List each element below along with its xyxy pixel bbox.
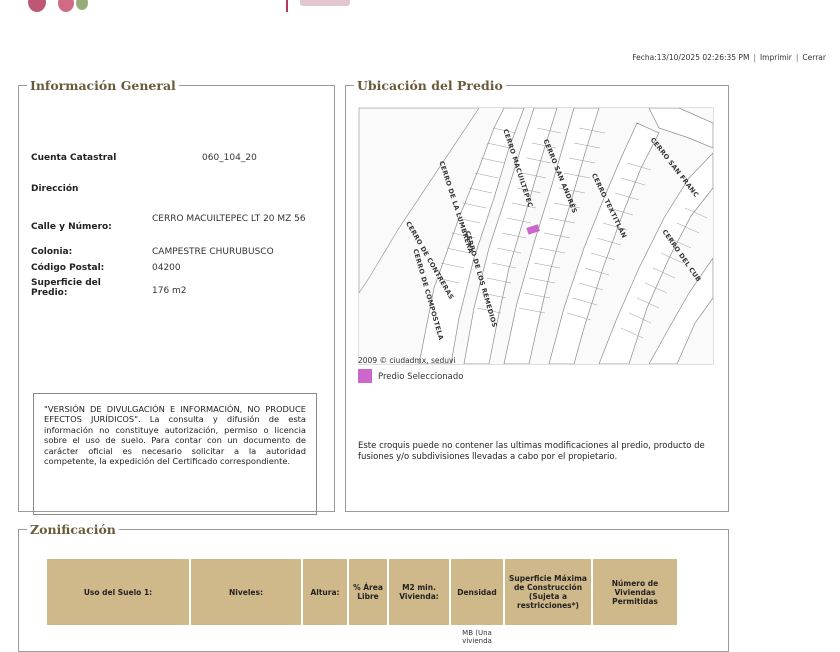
zoning-header: Altura: bbox=[303, 559, 347, 625]
logo bbox=[28, 0, 138, 16]
cuenta-value: 060_104_20 bbox=[202, 153, 257, 163]
zoning-header: % Área Libre bbox=[349, 559, 387, 625]
zonificacion-legend: Zonificación bbox=[30, 522, 116, 537]
logo-shape bbox=[28, 0, 46, 12]
zoning-header: Densidad bbox=[451, 559, 503, 625]
zoning-header: Número de Viviendas Permitidas bbox=[593, 559, 677, 625]
top-bar: Fecha:13/10/2025 02:26:35 PM | Imprimir | Ce… bbox=[630, 53, 828, 62]
zoning-cell bbox=[593, 627, 677, 647]
logo-divider bbox=[286, 0, 288, 12]
separator: | bbox=[795, 53, 799, 62]
zoning-cell bbox=[191, 627, 301, 647]
zoning-header: Uso del Suelo 1: bbox=[47, 559, 189, 625]
logo-shape bbox=[300, 0, 350, 6]
zoning-cell bbox=[303, 627, 347, 647]
location-map[interactable]: CERRO DE LA LUMBRERA CERRO MACUILTEPEC C… bbox=[358, 107, 714, 365]
ubicacion-legend: Ubicación del Predio bbox=[357, 78, 503, 93]
info-general-legend: Información General bbox=[30, 78, 176, 93]
print-link[interactable]: Imprimir bbox=[760, 53, 792, 62]
cp-value: 04200 bbox=[152, 263, 181, 273]
direccion-label: Dirección bbox=[31, 184, 79, 194]
zoning-cell bbox=[505, 627, 591, 647]
superficie-label: Superficie del Predio: bbox=[31, 278, 101, 298]
zoning-header: M2 min. Vivienda: bbox=[389, 559, 449, 625]
selected-lot-label: Predio Seleccionado bbox=[378, 372, 464, 382]
zoning-header: Niveles: bbox=[191, 559, 301, 625]
zonificacion-panel: Zonificación Uso del Suelo 1: Niveles: A… bbox=[18, 522, 729, 652]
colonia-value: CAMPESTRE CHURUBUSCO bbox=[152, 247, 274, 257]
cuenta-label: Cuenta Catastral bbox=[31, 153, 117, 163]
date-text: Fecha:13/10/2025 02:26:35 PM bbox=[632, 53, 750, 62]
logo-shape bbox=[76, 0, 88, 10]
zoning-cell: MB (Una vivienda bbox=[462, 629, 492, 645]
calle-label: Calle y Número: bbox=[31, 222, 112, 232]
calle-value: CERRO MACUILTEPEC LT 20 MZ 56 bbox=[152, 214, 306, 224]
colonia-label: Colonia: bbox=[31, 247, 73, 257]
zoning-data-row: MB (Una vivienda bbox=[47, 627, 677, 647]
cp-label: Código Postal: bbox=[31, 263, 105, 273]
logo-shape bbox=[58, 0, 74, 12]
croquis-note: Este croquis puede no contener las ultim… bbox=[358, 441, 705, 462]
selected-lot-swatch bbox=[358, 369, 372, 383]
superficie-value: 176 m2 bbox=[152, 286, 187, 296]
ubicacion-panel: Ubicación del Predio CERRO DE LA LUMBRER… bbox=[345, 78, 729, 512]
zoning-cell bbox=[389, 627, 449, 647]
zoning-header-row: Uso del Suelo 1: Niveles: Altura: % Área… bbox=[47, 559, 677, 625]
legal-notice: "VERSIÓN DE DIVULGACIÓN E INFORMACIÓN, N… bbox=[33, 393, 317, 515]
map-copyright: 2009 © ciudadmx, seduvi bbox=[358, 356, 456, 365]
zoning-header: Superficie Máxima de Construcción (Sujet… bbox=[505, 559, 591, 625]
zoning-cell bbox=[349, 627, 387, 647]
separator: | bbox=[753, 53, 756, 62]
info-general-panel: Información General Cuenta Catastral 060… bbox=[18, 78, 335, 515]
zoning-cell bbox=[47, 627, 189, 647]
close-link[interactable]: Cerrar bbox=[802, 53, 826, 62]
zoning-table: Uso del Suelo 1: Niveles: Altura: % Área… bbox=[45, 557, 679, 649]
